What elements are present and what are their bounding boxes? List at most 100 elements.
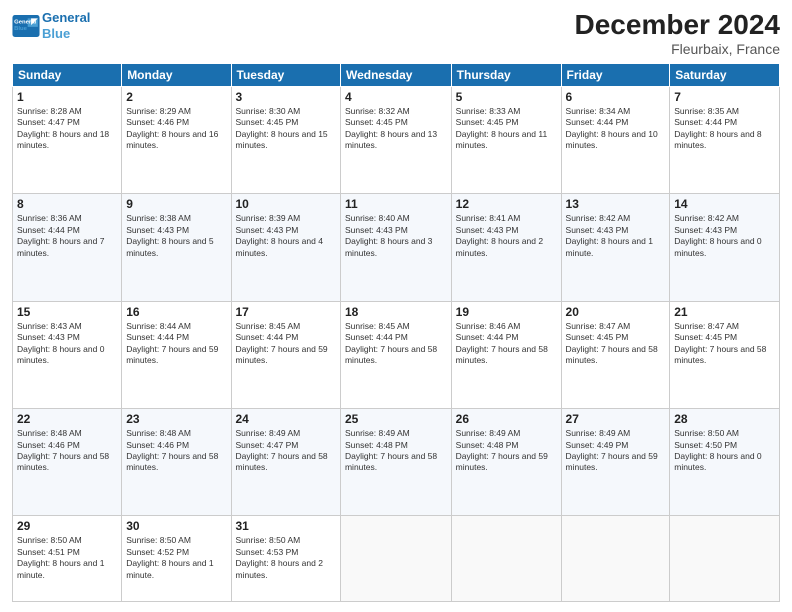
day-info: Sunrise: 8:49 AM Sunset: 4:48 PM Dayligh… bbox=[456, 428, 557, 474]
calendar-cell: 28 Sunrise: 8:50 AM Sunset: 4:50 PM Dayli… bbox=[670, 409, 780, 516]
day-number: 29 bbox=[17, 519, 117, 533]
calendar-cell: 17 Sunrise: 8:45 AM Sunset: 4:44 PM Dayli… bbox=[231, 301, 340, 408]
day-number: 16 bbox=[126, 305, 226, 319]
week-row-5: 29 Sunrise: 8:50 AM Sunset: 4:51 PM Dayli… bbox=[13, 516, 780, 602]
day-number: 14 bbox=[674, 197, 775, 211]
day-info: Sunrise: 8:50 AM Sunset: 4:50 PM Dayligh… bbox=[674, 428, 775, 474]
calendar-cell: 6 Sunrise: 8:34 AM Sunset: 4:44 PM Daylig… bbox=[561, 86, 670, 193]
day-info: Sunrise: 8:33 AM Sunset: 4:45 PM Dayligh… bbox=[456, 106, 557, 152]
day-number: 15 bbox=[17, 305, 117, 319]
day-info: Sunrise: 8:40 AM Sunset: 4:43 PM Dayligh… bbox=[345, 213, 447, 259]
calendar-cell: 24 Sunrise: 8:49 AM Sunset: 4:47 PM Dayli… bbox=[231, 409, 340, 516]
day-info: Sunrise: 8:28 AM Sunset: 4:47 PM Dayligh… bbox=[17, 106, 117, 152]
day-number: 11 bbox=[345, 197, 447, 211]
calendar-cell: 5 Sunrise: 8:33 AM Sunset: 4:45 PM Daylig… bbox=[451, 86, 561, 193]
day-number: 22 bbox=[17, 412, 117, 426]
day-info: Sunrise: 8:49 AM Sunset: 4:49 PM Dayligh… bbox=[566, 428, 666, 474]
col-header-tuesday: Tuesday bbox=[231, 63, 340, 86]
col-header-saturday: Saturday bbox=[670, 63, 780, 86]
col-header-monday: Monday bbox=[122, 63, 231, 86]
calendar-cell: 8Sunrise: 8:36 AM Sunset: 4:44 PM Daylig… bbox=[13, 194, 122, 301]
logo: General Blue General Blue bbox=[12, 10, 90, 41]
calendar-cell: 23 Sunrise: 8:48 AM Sunset: 4:46 PM Dayli… bbox=[122, 409, 231, 516]
day-info: Sunrise: 8:47 AM Sunset: 4:45 PM Dayligh… bbox=[566, 321, 666, 367]
calendar-cell: 29 Sunrise: 8:50 AM Sunset: 4:51 PM Dayli… bbox=[13, 516, 122, 602]
day-number: 19 bbox=[456, 305, 557, 319]
day-info: Sunrise: 8:39 AM Sunset: 4:43 PM Dayligh… bbox=[236, 213, 336, 259]
svg-text:Blue: Blue bbox=[14, 26, 28, 32]
calendar-cell: 19 Sunrise: 8:46 AM Sunset: 4:44 PM Dayli… bbox=[451, 301, 561, 408]
calendar-cell: 20 Sunrise: 8:47 AM Sunset: 4:45 PM Dayli… bbox=[561, 301, 670, 408]
day-number: 3 bbox=[236, 90, 336, 104]
day-number: 21 bbox=[674, 305, 775, 319]
calendar-cell: 10 Sunrise: 8:39 AM Sunset: 4:43 PM Dayli… bbox=[231, 194, 340, 301]
day-number: 23 bbox=[126, 412, 226, 426]
day-info: Sunrise: 8:34 AM Sunset: 4:44 PM Dayligh… bbox=[566, 106, 666, 152]
day-number: 6 bbox=[566, 90, 666, 104]
day-info: Sunrise: 8:29 AM Sunset: 4:46 PM Dayligh… bbox=[126, 106, 226, 152]
calendar-cell: 15 Sunrise: 8:43 AM Sunset: 4:43 PM Dayli… bbox=[13, 301, 122, 408]
week-row-4: 22 Sunrise: 8:48 AM Sunset: 4:46 PM Dayli… bbox=[13, 409, 780, 516]
day-number: 20 bbox=[566, 305, 666, 319]
day-number: 4 bbox=[345, 90, 447, 104]
calendar-cell bbox=[670, 516, 780, 602]
day-number: 25 bbox=[345, 412, 447, 426]
day-number: 12 bbox=[456, 197, 557, 211]
day-number: 27 bbox=[566, 412, 666, 426]
day-info: Sunrise: 8:49 AM Sunset: 4:48 PM Dayligh… bbox=[345, 428, 447, 474]
col-header-friday: Friday bbox=[561, 63, 670, 86]
calendar-cell: 25 Sunrise: 8:49 AM Sunset: 4:48 PM Dayli… bbox=[340, 409, 451, 516]
calendar-cell: 27 Sunrise: 8:49 AM Sunset: 4:49 PM Dayli… bbox=[561, 409, 670, 516]
day-info: Sunrise: 8:46 AM Sunset: 4:44 PM Dayligh… bbox=[456, 321, 557, 367]
day-info: Sunrise: 8:45 AM Sunset: 4:44 PM Dayligh… bbox=[345, 321, 447, 367]
logo-line1: General bbox=[42, 10, 90, 25]
day-info: Sunrise: 8:48 AM Sunset: 4:46 PM Dayligh… bbox=[126, 428, 226, 474]
day-info: Sunrise: 8:45 AM Sunset: 4:44 PM Dayligh… bbox=[236, 321, 336, 367]
day-number: 5 bbox=[456, 90, 557, 104]
day-info: Sunrise: 8:48 AM Sunset: 4:46 PM Dayligh… bbox=[17, 428, 117, 474]
day-info: Sunrise: 8:38 AM Sunset: 4:43 PM Dayligh… bbox=[126, 213, 226, 259]
day-info: Sunrise: 8:50 AM Sunset: 4:53 PM Dayligh… bbox=[236, 535, 336, 581]
week-row-2: 8Sunrise: 8:36 AM Sunset: 4:44 PM Daylig… bbox=[13, 194, 780, 301]
day-number: 24 bbox=[236, 412, 336, 426]
day-number: 2 bbox=[126, 90, 226, 104]
day-info: Sunrise: 8:49 AM Sunset: 4:47 PM Dayligh… bbox=[236, 428, 336, 474]
day-number: 9 bbox=[126, 197, 226, 211]
week-row-1: 1 Sunrise: 8:28 AM Sunset: 4:47 PM Daylig… bbox=[13, 86, 780, 193]
calendar-cell: 31Sunrise: 8:50 AM Sunset: 4:53 PM Dayli… bbox=[231, 516, 340, 602]
day-number: 8 bbox=[17, 197, 117, 211]
logo-text: General Blue bbox=[42, 10, 90, 41]
calendar-header-row: SundayMondayTuesdayWednesdayThursdayFrid… bbox=[13, 63, 780, 86]
day-number: 13 bbox=[566, 197, 666, 211]
svg-text:General: General bbox=[14, 19, 36, 25]
calendar-cell: 26 Sunrise: 8:49 AM Sunset: 4:48 PM Dayli… bbox=[451, 409, 561, 516]
calendar-cell bbox=[340, 516, 451, 602]
calendar-cell: 13Sunrise: 8:42 AM Sunset: 4:43 PM Dayli… bbox=[561, 194, 670, 301]
calendar-cell: 30 Sunrise: 8:50 AM Sunset: 4:52 PM Dayli… bbox=[122, 516, 231, 602]
calendar-cell: 12 Sunrise: 8:41 AM Sunset: 4:43 PM Dayli… bbox=[451, 194, 561, 301]
col-header-wednesday: Wednesday bbox=[340, 63, 451, 86]
calendar-cell: 7Sunrise: 8:35 AM Sunset: 4:44 PM Daylig… bbox=[670, 86, 780, 193]
day-info: Sunrise: 8:32 AM Sunset: 4:45 PM Dayligh… bbox=[345, 106, 447, 152]
day-info: Sunrise: 8:50 AM Sunset: 4:51 PM Dayligh… bbox=[17, 535, 117, 581]
calendar-cell bbox=[451, 516, 561, 602]
day-number: 1 bbox=[17, 90, 117, 104]
day-number: 18 bbox=[345, 305, 447, 319]
day-info: Sunrise: 8:41 AM Sunset: 4:43 PM Dayligh… bbox=[456, 213, 557, 259]
page: General Blue General Blue December 2024 … bbox=[0, 0, 792, 612]
calendar-cell: 16 Sunrise: 8:44 AM Sunset: 4:44 PM Dayli… bbox=[122, 301, 231, 408]
day-info: Sunrise: 8:44 AM Sunset: 4:44 PM Dayligh… bbox=[126, 321, 226, 367]
day-info: Sunrise: 8:50 AM Sunset: 4:52 PM Dayligh… bbox=[126, 535, 226, 581]
calendar-cell: 11 Sunrise: 8:40 AM Sunset: 4:43 PM Dayli… bbox=[340, 194, 451, 301]
day-number: 28 bbox=[674, 412, 775, 426]
calendar-cell: 1 Sunrise: 8:28 AM Sunset: 4:47 PM Daylig… bbox=[13, 86, 122, 193]
header: General Blue General Blue December 2024 … bbox=[12, 10, 780, 57]
day-info: Sunrise: 8:43 AM Sunset: 4:43 PM Dayligh… bbox=[17, 321, 117, 367]
day-number: 17 bbox=[236, 305, 336, 319]
day-number: 26 bbox=[456, 412, 557, 426]
col-header-sunday: Sunday bbox=[13, 63, 122, 86]
day-number: 30 bbox=[126, 519, 226, 533]
day-number: 10 bbox=[236, 197, 336, 211]
calendar-cell: 18 Sunrise: 8:45 AM Sunset: 4:44 PM Dayli… bbox=[340, 301, 451, 408]
title-block: December 2024 Fleurbaix, France bbox=[575, 10, 780, 57]
